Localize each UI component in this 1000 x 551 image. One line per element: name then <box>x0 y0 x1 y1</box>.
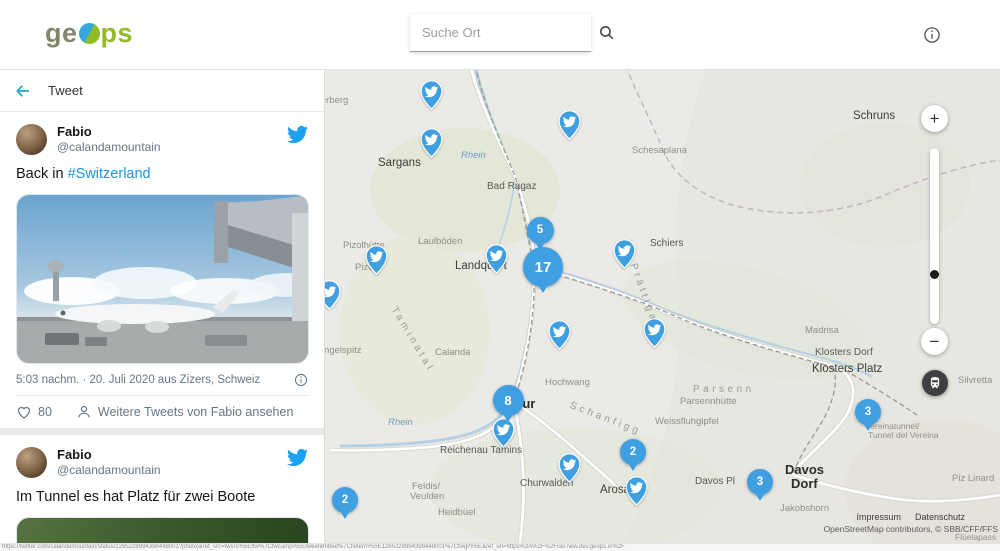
tweet-map-pin[interactable] <box>420 128 443 158</box>
status-url-bar: https://twitter.com/calandamountain/stat… <box>0 543 1000 551</box>
sidebar-header: Tweet <box>0 70 324 112</box>
zoom-out-button[interactable]: − <box>921 328 948 355</box>
tweet-photo[interactable] <box>16 194 309 364</box>
map-label: Madrisa <box>805 325 839 336</box>
avatar[interactable] <box>16 447 47 478</box>
train-icon <box>928 376 942 390</box>
tweet-map-pin[interactable] <box>548 320 571 350</box>
tweet-photo[interactable] <box>16 517 309 543</box>
map-label: Jakobshorn <box>780 503 829 514</box>
map-label: Davos Pl <box>695 476 735 487</box>
datenschutz-link[interactable]: Datenschutz <box>915 512 965 522</box>
map-label: Dorf <box>791 476 818 491</box>
map-label: Tunnel del Vereina <box>868 430 939 440</box>
tweet-author-name[interactable]: Fabio <box>57 447 287 463</box>
tweet-sidebar: Tweet Fabio @calandamountain Back in #Sw… <box>0 70 325 543</box>
twitter-bird-icon[interactable] <box>287 124 308 145</box>
tweet-cluster-marker[interactable]: 5 <box>527 217 554 244</box>
hashtag-link[interactable]: #Switzerland <box>68 166 151 182</box>
tweet-cluster-marker[interactable]: 3 <box>855 399 881 425</box>
map-label: Parsennhütte <box>680 396 737 407</box>
map-label: Hochwang <box>545 377 590 388</box>
card-separator <box>0 428 324 435</box>
tweet-card: Fabio @calandamountain Back in #Switzerl… <box>0 112 324 428</box>
tweet-cluster-marker[interactable]: 8 <box>493 385 524 416</box>
train-layer-button[interactable] <box>922 370 948 396</box>
logo-text-ge: ge <box>45 18 78 49</box>
map-label: Calanda <box>435 347 470 358</box>
info-icon[interactable] <box>923 26 941 44</box>
tweet-map-pin[interactable] <box>492 418 515 448</box>
search-input[interactable] <box>422 25 598 40</box>
twitter-bird-icon[interactable] <box>287 447 308 468</box>
tweet-text: Back in #Switzerland <box>16 165 308 184</box>
map-label: Silvretta <box>958 375 992 386</box>
tweet-author-handle[interactable]: @calandamountain <box>57 140 287 155</box>
sidebar-title: Tweet <box>48 83 83 98</box>
tweet-map-pin[interactable] <box>625 476 648 506</box>
person-icon <box>76 404 92 420</box>
zoom-in-button[interactable]: + <box>921 105 948 132</box>
logo-o-mark <box>79 23 100 44</box>
tweet-map-pin[interactable] <box>558 453 581 483</box>
geops-logo[interactable]: ge ps <box>45 18 133 49</box>
impressum-link[interactable]: Impressum <box>856 512 901 522</box>
more-tweets-link[interactable]: Weitere Tweets von Fabio ansehen <box>98 405 294 419</box>
map-label: Parsenn <box>693 384 755 395</box>
search-box <box>410 14 591 52</box>
map-label: Rhein <box>461 150 486 161</box>
zoom-slider[interactable] <box>930 148 939 324</box>
map-canvas[interactable]: Flumserberg Schruns Schesaplana Rhein Sargan… <box>325 70 1000 543</box>
app-window: ge ps Tweet <box>0 0 1000 551</box>
tweet-cluster-marker[interactable]: 3 <box>747 469 773 495</box>
tweet-cluster-marker[interactable]: 2 <box>332 487 358 513</box>
tweet-author-handle[interactable]: @calandamountain <box>57 463 287 478</box>
map-label: Piz Linard <box>952 473 994 484</box>
zoom-slider-thumb[interactable] <box>930 270 939 279</box>
logo-text-ps: ps <box>101 18 134 49</box>
map-label: Schesaplana <box>632 145 687 156</box>
tweet-timestamp[interactable]: 5:03 nachm. · 20. Juli 2020 aus Zizers, … <box>16 374 260 386</box>
map-label: Rhein <box>388 417 413 428</box>
tweet-map-pin[interactable] <box>558 110 581 140</box>
map-label: Heidbüel <box>438 507 476 518</box>
like-count[interactable]: 80 <box>38 405 52 419</box>
tweet-text: Im Tunnel es hat Platz für zwei Boote <box>16 488 308 507</box>
tweet-map-pin[interactable] <box>365 245 388 275</box>
map-label: Laulböden <box>418 236 462 247</box>
tweet-map-pin[interactable] <box>643 318 666 348</box>
tweet-info-icon[interactable] <box>294 373 308 387</box>
tweet-card: Fabio @calandamountain Im Tunnel es hat … <box>0 435 324 543</box>
tweet-cluster-marker[interactable]: 17 <box>523 247 563 287</box>
tweet-map-pin[interactable] <box>420 80 443 110</box>
map-label: Veulden <box>410 491 444 502</box>
legal-links: Impressum Datenschutz <box>856 512 965 522</box>
map-label: Flumserberg <box>325 95 348 106</box>
tweet-cluster-marker[interactable]: 2 <box>620 439 646 465</box>
map-label: Sargans <box>378 157 421 169</box>
tweet-author-name[interactable]: Fabio <box>57 124 287 140</box>
back-arrow-icon[interactable] <box>14 82 32 100</box>
map-label: Ringelspitz <box>325 345 361 356</box>
map-label: Klosters Platz <box>812 363 882 375</box>
map-label: Schruns <box>853 110 895 122</box>
avatar[interactable] <box>16 124 47 155</box>
app-header: ge ps <box>0 0 1000 70</box>
like-heart-icon[interactable] <box>16 404 32 420</box>
search-icon[interactable] <box>598 24 615 41</box>
tweet-map-pin[interactable] <box>325 280 341 310</box>
map-label: Bad Ragaz <box>487 181 536 192</box>
map-attribution: OpenStreetMap contributors, © SBB/CFF/FF… <box>824 524 998 534</box>
tweet-map-pin[interactable] <box>485 244 508 274</box>
map-label: Klosters Dorf <box>815 347 873 358</box>
tweet-map-pin[interactable] <box>613 239 636 269</box>
map-label: Davos <box>785 462 824 477</box>
map-label: Schiers <box>650 238 683 249</box>
map-label: Weissfluhgipfel <box>655 416 719 427</box>
